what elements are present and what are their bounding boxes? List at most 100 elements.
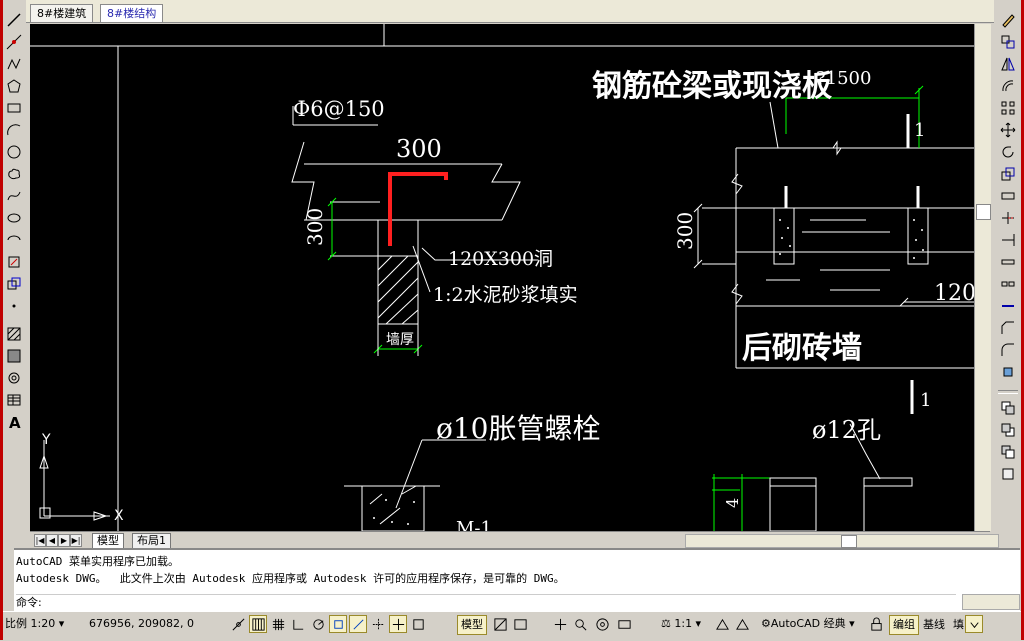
offset-icon[interactable] (998, 76, 1018, 96)
doc-tab-architecture[interactable]: 8#楼建筑 (30, 4, 94, 22)
hatch-icon[interactable] (4, 324, 24, 344)
tab-layout1[interactable]: 布局1 (132, 533, 171, 549)
brick-wall-label: 后砌砖墙 (742, 331, 862, 366)
vertical-scroll-thumb[interactable] (976, 204, 991, 220)
horizontal-scroll-thumb[interactable] (841, 535, 857, 548)
auto-scale-icon[interactable] (733, 615, 751, 633)
steering-wheel-icon[interactable] (593, 615, 611, 633)
modify-toolbar (996, 6, 1020, 486)
snap-mode-icon[interactable] (249, 615, 267, 633)
showmotion-icon[interactable] (615, 615, 633, 633)
line-icon[interactable] (4, 10, 24, 30)
model-space-toggle[interactable]: 模型 (457, 615, 487, 635)
make-block-icon[interactable] (4, 274, 24, 294)
draworder-icon[interactable] (998, 398, 1018, 418)
command-scrollbar[interactable] (962, 594, 1020, 610)
doc-tab-structure[interactable]: 8#楼结构 (100, 4, 164, 22)
next-layout-icon[interactable]: ▶ (58, 534, 70, 547)
polar-tracking-icon[interactable] (309, 615, 327, 633)
grid-display-icon[interactable] (269, 615, 287, 633)
send-back-icon[interactable] (998, 442, 1018, 462)
mark-1-top: 1 (914, 120, 925, 141)
polyline-icon[interactable] (4, 54, 24, 74)
wall-thickness-label: 墙厚 (386, 332, 414, 348)
arc-icon[interactable] (4, 120, 24, 140)
dim-120: 120 (934, 281, 974, 306)
extend-icon[interactable] (998, 230, 1018, 250)
dynamic-input-icon[interactable] (409, 615, 427, 633)
document-tab-bar: 8#楼建筑 8#楼结构 (26, 0, 994, 23)
group-toggle[interactable]: 编组 (889, 615, 919, 635)
dim-300-top: 300 (396, 135, 442, 163)
layout-icon[interactable] (511, 615, 529, 633)
command-history-line-2: Autodesk DWG。 此文件上次由 Autodesk 应用程序或 Auto… (16, 572, 565, 585)
break-point-icon[interactable] (998, 252, 1018, 272)
table-icon[interactable] (4, 390, 24, 410)
baseline-toggle[interactable]: 基线 (919, 615, 949, 635)
move-icon[interactable] (998, 120, 1018, 140)
ellipse-icon[interactable] (4, 208, 24, 228)
point-icon[interactable] (4, 296, 24, 316)
multiline-text-icon[interactable]: A (4, 412, 24, 432)
insert-block-icon[interactable] (4, 252, 24, 272)
hole-label: 120X300洞 (448, 248, 553, 270)
chamfer-icon[interactable] (998, 318, 1018, 338)
scale-icon[interactable] (998, 164, 1018, 184)
3d-object-snap-icon[interactable] (349, 615, 367, 633)
annotation-visibility-icon[interactable] (713, 615, 731, 633)
mirror-icon[interactable] (998, 54, 1018, 74)
dim-4: 4 (723, 498, 742, 508)
construction-line-icon[interactable] (4, 32, 24, 52)
erase-icon[interactable] (998, 10, 1018, 30)
scale-value: 比例 1:20 (5, 617, 56, 630)
rectangle-icon[interactable] (4, 98, 24, 118)
ellipse-arc-icon[interactable] (4, 230, 24, 250)
workspace-switch[interactable]: ⚙AutoCAD 经典 ▾ (761, 615, 855, 633)
infer-constraints-icon[interactable] (229, 615, 247, 633)
annotation-scale-dropdown[interactable]: ⚖ 1:1 ▾ (661, 615, 701, 633)
ortho-mode-icon[interactable] (289, 615, 307, 633)
prev-layout-icon[interactable]: ◀ (46, 534, 58, 547)
fillet-icon[interactable] (998, 340, 1018, 360)
tray-settings-icon[interactable] (965, 615, 983, 633)
command-input[interactable]: 命令: (16, 594, 956, 611)
drawing-canvas[interactable]: Φ6@150 300 300 120X300洞 1:2水泥砂浆填实 墙厚 钢筋砼… (30, 24, 974, 531)
circle-icon[interactable] (4, 142, 24, 162)
last-layout-icon[interactable]: ▶| (70, 534, 82, 547)
trim-icon[interactable] (998, 208, 1018, 228)
join-icon[interactable] (998, 296, 1018, 316)
status-bar: 比例 1:20 ▾ 676956, 209082, 0 模型 ⚖ 1:1 ▾ ⚙… (3, 611, 1021, 641)
horizontal-scrollbar[interactable] (685, 534, 999, 548)
object-snap-tracking-icon[interactable] (369, 615, 387, 633)
first-layout-icon[interactable]: |◀ (34, 534, 46, 547)
explode-icon[interactable] (998, 362, 1018, 382)
revcloud-icon[interactable] (4, 164, 24, 184)
draw-toolbar: A (3, 6, 25, 431)
array-icon[interactable] (998, 98, 1018, 118)
model-icon[interactable] (491, 615, 509, 633)
pan-icon[interactable] (551, 615, 569, 633)
break-icon[interactable] (998, 274, 1018, 294)
polygon-icon[interactable] (4, 76, 24, 96)
gradient-icon[interactable] (4, 346, 24, 366)
copy-icon[interactable] (998, 32, 1018, 52)
vertical-scrollbar[interactable] (974, 24, 991, 531)
lock-icon[interactable] (867, 615, 885, 633)
bring-front-icon[interactable] (998, 420, 1018, 440)
rotate-icon[interactable] (998, 142, 1018, 162)
spacing-label: ?1500 (816, 68, 871, 89)
layout-tab-bar: |◀ ◀ ▶ ▶| 模型 布局1 (30, 531, 999, 549)
zoom-icon[interactable] (571, 615, 589, 633)
workspace-label: AutoCAD 经典 (770, 617, 846, 630)
dynamic-ucs-icon[interactable] (389, 615, 407, 633)
region-icon[interactable] (4, 368, 24, 388)
bolt-label: ø10胀管螺栓 (436, 412, 601, 445)
tab-model[interactable]: 模型 (92, 533, 124, 549)
mark-1-bottom: 1 (920, 390, 931, 411)
spline-icon[interactable] (4, 186, 24, 206)
stretch-icon[interactable] (998, 186, 1018, 206)
scale-dropdown[interactable]: 比例 1:20 ▾ (5, 615, 64, 633)
text-front-icon[interactable] (998, 464, 1018, 484)
object-snap-icon[interactable] (329, 615, 347, 633)
command-window: AutoCAD 菜单实用程序已加载。 Autodesk DWG。 此文件上次由 … (14, 548, 1020, 612)
